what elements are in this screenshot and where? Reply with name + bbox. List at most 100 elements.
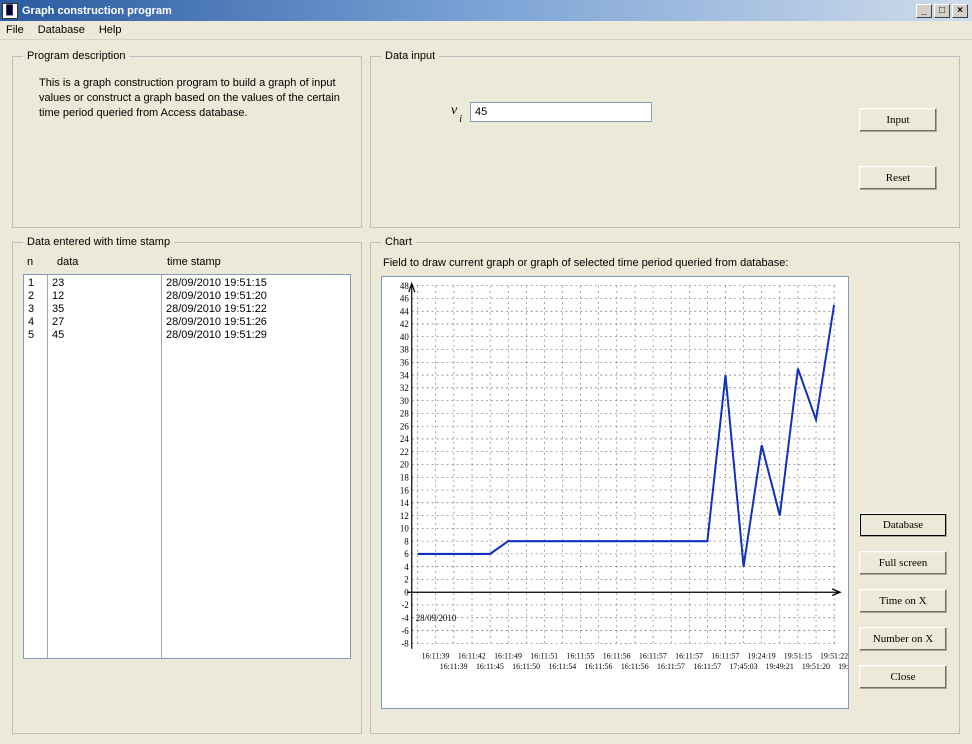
data-input-group: Data input vi Input Reset <box>370 50 960 228</box>
svg-text:18: 18 <box>400 474 409 484</box>
svg-text:-8: -8 <box>401 640 409 650</box>
program-description-legend: Program description <box>23 50 129 62</box>
svg-text:16:11:39: 16:11:39 <box>440 662 468 671</box>
svg-text:19:49:21: 19:49:21 <box>766 662 794 671</box>
app-icon: ▉ <box>2 3 18 19</box>
data-list[interactable]: 12345 2312352745 28/09/2010 19:51:1528/0… <box>23 274 351 659</box>
window-title: Graph construction program <box>22 5 916 17</box>
svg-text:0: 0 <box>404 588 409 598</box>
svg-text:16:11:56: 16:11:56 <box>603 651 631 660</box>
menu-file[interactable]: File <box>6 24 24 36</box>
col-header-n: n <box>27 256 57 268</box>
minimize-button[interactable]: _ <box>916 4 932 18</box>
svg-text:17:45:03: 17:45:03 <box>729 662 757 671</box>
svg-text:16:11:57: 16:11:57 <box>711 651 739 660</box>
svg-text:36: 36 <box>400 359 409 369</box>
svg-text:16:11:57: 16:11:57 <box>675 651 703 660</box>
fullscreen-button[interactable]: Full screen <box>859 551 947 575</box>
svg-text:34: 34 <box>400 371 409 381</box>
cell-time: 28/09/2010 19:51:20 <box>162 290 350 303</box>
svg-text:19:51:22: 19:51:22 <box>820 651 848 660</box>
svg-text:-4: -4 <box>401 614 409 624</box>
chart-canvas: -8-6-4-202468101214161820222426283032343… <box>381 276 849 709</box>
svg-text:19:51:15: 19:51:15 <box>784 651 812 660</box>
svg-text:32: 32 <box>400 384 409 394</box>
close-button[interactable]: Close <box>859 665 947 689</box>
svg-text:4: 4 <box>404 563 409 573</box>
svg-text:-2: -2 <box>401 601 409 611</box>
cell-n: 4 <box>24 316 47 329</box>
svg-text:16:11:49: 16:11:49 <box>494 651 522 660</box>
database-button[interactable]: Database <box>859 513 947 537</box>
svg-text:28: 28 <box>400 410 409 420</box>
svg-text:16:11:50: 16:11:50 <box>512 662 540 671</box>
svg-text:16:11:45: 16:11:45 <box>476 662 504 671</box>
svg-text:24: 24 <box>400 435 409 445</box>
time-on-x-button[interactable]: Time on X <box>859 589 947 613</box>
cell-time: 28/09/2010 19:51:26 <box>162 316 350 329</box>
svg-text:16:11:57: 16:11:57 <box>657 662 685 671</box>
menu-help[interactable]: Help <box>99 24 122 36</box>
svg-text:-6: -6 <box>401 627 409 637</box>
svg-text:46: 46 <box>400 295 409 305</box>
cell-data: 45 <box>48 329 161 342</box>
close-window-button[interactable]: × <box>952 4 968 18</box>
reset-button[interactable]: Reset <box>859 166 937 190</box>
svg-text:20: 20 <box>400 461 409 471</box>
svg-text:2: 2 <box>404 576 409 586</box>
svg-text:6: 6 <box>404 550 409 560</box>
svg-text:16:11:56: 16:11:56 <box>621 662 649 671</box>
svg-text:22: 22 <box>400 448 409 458</box>
svg-text:16: 16 <box>400 486 409 496</box>
svg-text:16:11:42: 16:11:42 <box>458 651 486 660</box>
svg-text:16:11:55: 16:11:55 <box>567 651 595 660</box>
value-input[interactable] <box>470 102 652 122</box>
svg-text:38: 38 <box>400 346 409 356</box>
cell-data: 23 <box>48 277 161 290</box>
cell-time: 28/09/2010 19:51:15 <box>162 277 350 290</box>
svg-text:30: 30 <box>400 397 409 407</box>
svg-text:19:51:22: 19:51:22 <box>838 662 848 671</box>
program-description-text: This is a graph construction program to … <box>23 70 351 121</box>
cell-data: 35 <box>48 303 161 316</box>
svg-text:16:11:54: 16:11:54 <box>548 662 576 671</box>
chart-legend: Chart <box>381 236 416 248</box>
svg-text:10: 10 <box>400 525 409 535</box>
svg-text:42: 42 <box>400 320 409 330</box>
cell-data: 12 <box>48 290 161 303</box>
svg-text:12: 12 <box>400 512 409 522</box>
svg-text:28/09/2010: 28/09/2010 <box>416 614 457 624</box>
svg-text:16:11:51: 16:11:51 <box>530 651 558 660</box>
svg-text:40: 40 <box>400 333 409 343</box>
cell-n: 1 <box>24 277 47 290</box>
program-description-group: Program description This is a graph cons… <box>12 50 362 228</box>
svg-text:14: 14 <box>400 499 409 509</box>
svg-text:8: 8 <box>404 537 409 547</box>
input-button[interactable]: Input <box>859 108 937 132</box>
data-entered-group: Data entered with time stamp n data time… <box>12 236 362 734</box>
svg-text:48: 48 <box>400 282 409 292</box>
data-input-legend: Data input <box>381 50 439 62</box>
cell-time: 28/09/2010 19:51:22 <box>162 303 350 316</box>
svg-text:19:24:19: 19:24:19 <box>748 651 776 660</box>
col-header-time: time stamp <box>167 256 351 268</box>
cell-n: 2 <box>24 290 47 303</box>
cell-data: 27 <box>48 316 161 329</box>
cell-n: 5 <box>24 329 47 342</box>
svg-text:16:11:57: 16:11:57 <box>693 662 721 671</box>
chart-group: Chart Field to draw current graph or gra… <box>370 236 960 734</box>
svg-text:16:11:56: 16:11:56 <box>585 662 613 671</box>
svg-text:19:51:20: 19:51:20 <box>802 662 830 671</box>
data-entered-legend: Data entered with time stamp <box>23 236 174 248</box>
cell-time: 28/09/2010 19:51:29 <box>162 329 350 342</box>
chart-description: Field to draw current graph or graph of … <box>383 256 949 270</box>
menu-bar: File Database Help <box>0 21 972 40</box>
menu-database[interactable]: Database <box>38 24 85 36</box>
input-label-vi: vi <box>451 103 460 121</box>
title-bar: ▉ Graph construction program _ □ × <box>0 0 972 21</box>
svg-text:44: 44 <box>400 307 409 317</box>
svg-text:16:11:39: 16:11:39 <box>422 651 450 660</box>
number-on-x-button[interactable]: Number on X <box>859 627 947 651</box>
col-header-data: data <box>57 256 167 268</box>
maximize-button[interactable]: □ <box>934 4 950 18</box>
